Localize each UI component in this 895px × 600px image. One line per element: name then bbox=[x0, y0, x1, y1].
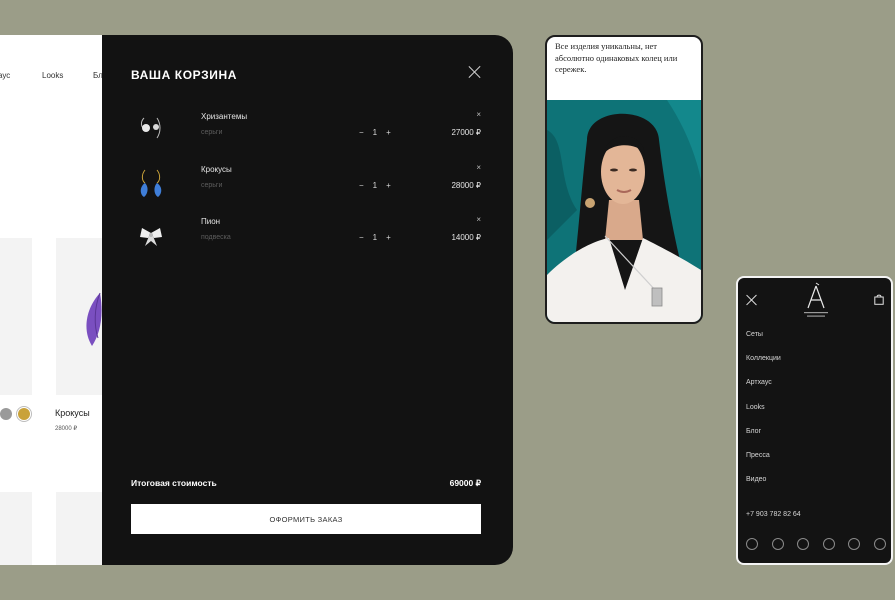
quantity-stepper: − 1 + bbox=[359, 233, 391, 242]
close-icon[interactable] bbox=[468, 65, 482, 79]
pinterest-icon[interactable] bbox=[822, 538, 835, 550]
shop-nav: аус Looks Бл bbox=[0, 71, 102, 83]
cart-item-name[interactable]: Пион bbox=[201, 217, 220, 226]
product-card[interactable] bbox=[56, 492, 102, 565]
increase-button[interactable]: + bbox=[386, 233, 391, 242]
portrait-illustration bbox=[547, 100, 701, 322]
earring-image bbox=[86, 292, 102, 346]
product-price: 28000 ₽ bbox=[55, 426, 78, 432]
decrease-button[interactable]: − bbox=[359, 128, 364, 137]
phone-mockup-menu: Сеты Коллекции Артхаус Looks Блог Пресса… bbox=[736, 276, 893, 565]
whatsapp-icon[interactable] bbox=[771, 538, 784, 550]
telegram-icon[interactable] bbox=[746, 538, 758, 550]
quantity-value: 1 bbox=[372, 181, 378, 190]
tablet-mockup: аус Looks Бл Крокусы 28000 ₽ ВАША КОРЗИН… bbox=[0, 35, 513, 565]
tiktok-icon[interactable] bbox=[873, 538, 886, 550]
menu-item[interactable]: Артхаус bbox=[746, 379, 772, 386]
shop-background-page: аус Looks Бл Крокусы 28000 ₽ bbox=[0, 35, 102, 565]
product-card[interactable] bbox=[0, 238, 32, 395]
phone-mockup-article: Все изделия уникальны, нет абсолютно оди… bbox=[545, 35, 703, 324]
shop-nav-item[interactable]: Бл bbox=[93, 71, 102, 80]
cart-item-name[interactable]: Хризантемы bbox=[201, 112, 247, 121]
quantity-value: 1 bbox=[372, 233, 378, 242]
decrease-button[interactable]: − bbox=[359, 181, 364, 190]
close-icon[interactable] bbox=[746, 294, 758, 306]
cart-title: ВАША КОРЗИНА bbox=[131, 68, 237, 82]
shopping-bag-icon[interactable] bbox=[874, 294, 884, 305]
increase-button[interactable]: + bbox=[386, 128, 391, 137]
peony-pendant-icon bbox=[140, 228, 162, 246]
cart-item-type: серьги bbox=[201, 129, 223, 136]
menu-item[interactable]: Looks bbox=[746, 404, 765, 411]
crocus-earrings-icon bbox=[140, 169, 162, 197]
cart-item: Хризантемы серьги × − 1 + 27000 ₽ bbox=[131, 110, 481, 156]
remove-item-button[interactable]: × bbox=[476, 215, 481, 224]
total-label: Итоговая стоимость bbox=[131, 478, 217, 488]
model-photo bbox=[547, 100, 701, 322]
product-card[interactable] bbox=[0, 492, 32, 565]
vk-icon[interactable] bbox=[848, 538, 861, 550]
shop-nav-item[interactable]: аус bbox=[0, 71, 10, 80]
earring-image bbox=[0, 238, 32, 395]
cart-item-name[interactable]: Крокусы bbox=[201, 165, 232, 174]
cart-item-type: подвеска bbox=[201, 234, 231, 241]
article-text: Все изделия уникальны, нет абсолютно оди… bbox=[555, 41, 678, 74]
quantity-stepper: − 1 + bbox=[359, 181, 391, 190]
instagram-icon[interactable] bbox=[797, 538, 810, 550]
total-value: 69000 ₽ bbox=[449, 478, 481, 488]
social-links bbox=[746, 538, 886, 550]
cart-item: Пион подвеска × − 1 + 14000 ₽ bbox=[131, 215, 481, 261]
color-swatch-grey[interactable] bbox=[0, 408, 12, 420]
increase-button[interactable]: + bbox=[386, 181, 391, 190]
cart-item: Крокусы серьги × − 1 + 28000 ₽ bbox=[131, 163, 481, 209]
chrysanthemum-earrings-icon bbox=[141, 117, 161, 139]
decrease-button[interactable]: − bbox=[359, 233, 364, 242]
menu-item[interactable]: Сеты bbox=[746, 331, 763, 338]
shop-nav-item[interactable]: Looks bbox=[42, 71, 63, 80]
product-card[interactable] bbox=[56, 238, 102, 395]
menu-item[interactable]: Пресса bbox=[746, 452, 770, 459]
cart-item-price: 14000 ₽ bbox=[451, 233, 481, 242]
cart-item-type: серьги bbox=[201, 182, 223, 189]
remove-item-button[interactable]: × bbox=[476, 163, 481, 172]
menu-item[interactable]: Коллекции bbox=[746, 355, 781, 362]
color-swatch-gold[interactable] bbox=[18, 408, 30, 420]
menu-item[interactable]: Блог bbox=[746, 428, 761, 435]
quantity-value: 1 bbox=[372, 128, 378, 137]
remove-item-button[interactable]: × bbox=[476, 110, 481, 119]
cart-item-price: 27000 ₽ bbox=[451, 128, 481, 137]
menu-item[interactable]: Видео bbox=[746, 476, 766, 483]
checkout-button[interactable]: ОФОРМИТЬ ЗАКАЗ bbox=[131, 504, 481, 534]
product-name[interactable]: Крокусы bbox=[55, 408, 90, 418]
brand-logo bbox=[804, 282, 828, 317]
quantity-stepper: − 1 + bbox=[359, 128, 391, 137]
phone-number[interactable]: +7 903 782 82 64 bbox=[746, 511, 801, 518]
cart-item-price: 28000 ₽ bbox=[451, 181, 481, 190]
